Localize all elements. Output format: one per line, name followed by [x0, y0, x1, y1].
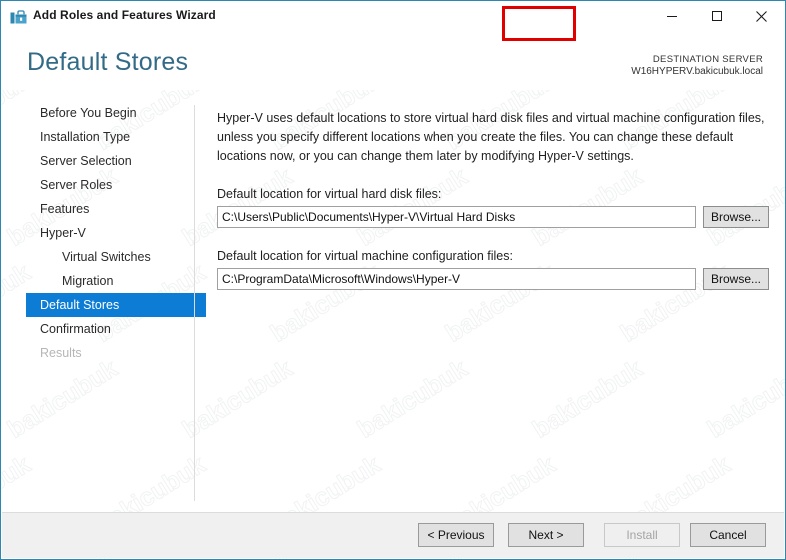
previous-button[interactable]: < Previous	[418, 523, 494, 547]
vm-config-location-row: Browse...	[217, 268, 769, 290]
sidebar-item-label: Features	[40, 202, 90, 216]
sidebar-item-label: Installation Type	[40, 130, 131, 144]
watermark-text: bakicubuk	[702, 354, 785, 444]
toolbox-icon	[10, 8, 27, 24]
sidebar-item-label: Server Roles	[40, 178, 113, 192]
destination-server-block: DESTINATION SERVER W16HYPERV.bakicubuk.l…	[631, 54, 763, 78]
sidebar-item-confirmation[interactable]: Confirmation	[2, 317, 194, 341]
install-button: Install	[604, 523, 680, 547]
sidebar-item-features[interactable]: Features	[2, 197, 194, 221]
vm-config-location-input[interactable]	[217, 268, 696, 290]
sidebar-item-label: Virtual Switches	[62, 250, 151, 264]
sidebar-item-server-selection[interactable]: Server Selection	[2, 149, 194, 173]
sidebar-item-label: Before You Begin	[40, 106, 137, 120]
sidebar-item-results: Results	[2, 341, 194, 365]
watermark-text: bakicubuk	[527, 354, 648, 444]
sidebar-item-label: Hyper-V	[40, 226, 86, 240]
watermark-text: bakicubuk	[177, 354, 298, 444]
sidebar-item-label: Results	[40, 346, 82, 360]
cancel-button[interactable]: Cancel	[690, 523, 766, 547]
destination-server-name: W16HYPERV.bakicubuk.local	[631, 65, 763, 77]
description-text: Hyper-V uses default locations to store …	[217, 111, 765, 163]
sidebar-item-label: Server Selection	[40, 154, 132, 168]
maximize-icon[interactable]	[694, 1, 739, 31]
page-title: Default Stores	[27, 48, 189, 76]
wizard-nav-sidebar: Before You Begin Installation Type Server …	[2, 101, 206, 365]
sidebar-item-label: Migration	[62, 274, 114, 288]
sidebar-divider	[194, 105, 195, 501]
minimize-icon[interactable]	[649, 1, 694, 31]
sidebar-item-label: Confirmation	[40, 322, 111, 336]
vm-config-browse-button[interactable]: Browse...	[703, 268, 769, 290]
vhd-location-input[interactable]	[217, 206, 696, 228]
sidebar-item-virtual-switches[interactable]: Virtual Switches	[2, 245, 194, 269]
title-bar[interactable]: Add Roles and Features Wizard	[1, 1, 785, 32]
vhd-location-label: Default location for virtual hard disk f…	[217, 187, 442, 201]
vhd-browse-button[interactable]: Browse...	[703, 206, 769, 228]
sidebar-item-before-you-begin[interactable]: Before You Begin	[2, 101, 194, 125]
vm-config-location-label: Default location for virtual machine con…	[217, 249, 513, 263]
sidebar-item-default-stores[interactable]: Default Stores	[26, 293, 206, 317]
sidebar-item-label: Default Stores	[40, 298, 120, 312]
sidebar-item-installation-type[interactable]: Installation Type	[2, 125, 194, 149]
wizard-window: bakicubuk bakicubuk bakicubuk bakicubuk baki…	[0, 0, 786, 560]
sidebar-item-migration[interactable]: Migration	[2, 269, 194, 293]
sidebar-item-hyper-v[interactable]: Hyper-V	[2, 221, 194, 245]
close-icon[interactable]	[739, 1, 784, 31]
sidebar-item-server-roles[interactable]: Server Roles	[2, 173, 194, 197]
main-content: Hyper-V uses default locations to store …	[217, 109, 769, 290]
page-header: Default Stores DESTINATION SERVER W16HYP…	[1, 32, 785, 90]
vm-config-location-group: Default location for virtual machine con…	[217, 249, 769, 290]
wizard-footer: < Previous Next > Install Cancel	[2, 512, 784, 558]
vhd-location-row: Browse...	[217, 206, 769, 228]
window-title: Add Roles and Features Wizard	[33, 8, 216, 22]
destination-server-label: DESTINATION SERVER	[652, 54, 763, 65]
watermark-text: bakicubuk	[352, 354, 473, 444]
next-button[interactable]: Next >	[508, 523, 584, 547]
watermark-text: bakicubuk	[2, 354, 123, 444]
vhd-location-group: Default location for virtual hard disk f…	[217, 187, 769, 228]
